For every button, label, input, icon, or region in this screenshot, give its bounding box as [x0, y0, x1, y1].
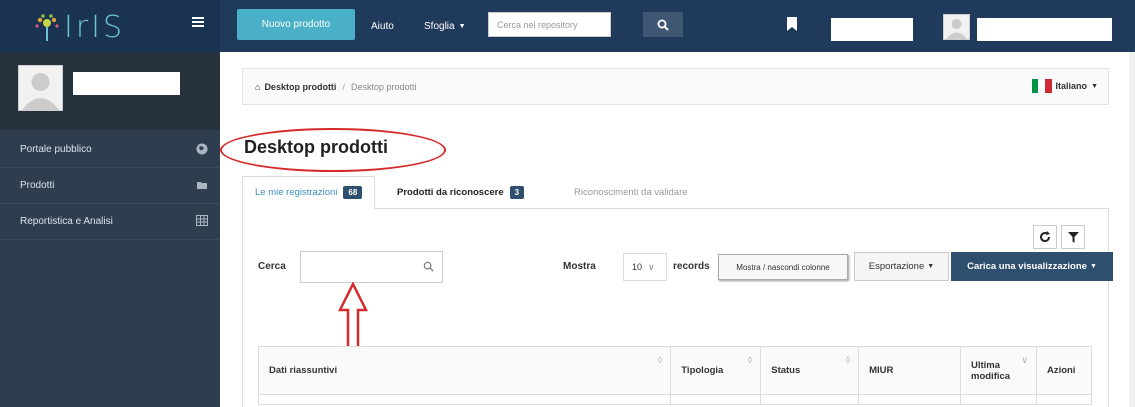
iris-logo[interactable]: IrIS [34, 10, 125, 45]
page-size-select[interactable]: 10 ∨ [623, 253, 667, 281]
search-label: Cerca [258, 261, 286, 272]
caret-down-icon: ▼ [927, 263, 935, 270]
export-label: Esportazione [868, 261, 925, 272]
brand-area: IrIS [0, 0, 220, 52]
col-summary-data[interactable]: Dati riassuntivi ◊ [257, 346, 672, 395]
sidebar-item-label: Prodotti [20, 180, 55, 191]
chevron-down-icon: ∨ [648, 261, 655, 272]
redacted-field [831, 18, 913, 41]
refresh-icon [1040, 231, 1051, 243]
page-title: Desktop prodotti [244, 137, 388, 157]
search-icon [423, 261, 434, 272]
products-table: Dati riassuntivi ◊ Tipologia ◊ Status ◊ MIU… [257, 346, 1093, 405]
breadcrumb-home-link[interactable]: Desktop prodotti [264, 82, 336, 92]
sidebar: Portale pubblico Prodotti Reportistica e… [0, 52, 220, 407]
sort-icon: ◊ [747, 355, 753, 365]
tab-label: Riconoscimenti da validare [574, 187, 688, 198]
sort-icon: ◊ [657, 355, 663, 365]
breadcrumb-separator: / [342, 81, 345, 92]
toggle-columns-button[interactable]: Mostra / nascondi colonne [718, 254, 848, 280]
user-name-field[interactable] [977, 18, 1112, 41]
refresh-button[interactable] [1033, 225, 1057, 249]
help-link[interactable]: Aiuto [371, 0, 394, 52]
vertical-scrollbar[interactable] [1129, 52, 1135, 407]
tab-bar: Le mie registrazioni 68 Prodotti da rico… [242, 176, 1109, 209]
col-miur[interactable]: MIUR [858, 346, 961, 395]
top-navbar: IrIS Nuovo prodotto Aiuto Sfoglia ▼ Cerc… [0, 0, 1135, 52]
sidebar-user-panel [0, 52, 220, 130]
new-product-button[interactable]: Nuovo prodotto [237, 9, 355, 40]
tab-panel: Cerca Mostra 10 ∨ records Mostra / nasco… [242, 209, 1113, 407]
flower-logo-icon [35, 13, 59, 41]
sidebar-avatar [18, 65, 63, 111]
load-view-label: Carica una visualizzazione [967, 261, 1087, 272]
column-header-label: Azioni [1046, 365, 1076, 376]
count-badge: 3 [509, 186, 525, 199]
globe-icon [196, 143, 208, 155]
sidebar-item-label: Reportistica e Analisi [20, 216, 113, 227]
folder-icon [197, 182, 207, 189]
home-icon: ⌂ [255, 81, 261, 92]
italy-flag-icon [1031, 79, 1052, 93]
sort-icon: ◊ [845, 355, 851, 365]
language-selector[interactable]: Italiano ▼ [1031, 79, 1098, 93]
breadcrumb-current: Desktop prodotti [350, 81, 417, 92]
column-header-label: Status [771, 365, 801, 376]
col-type[interactable]: Tipologia ◊ [670, 346, 762, 395]
tab-label: Le mie registrazioni [255, 187, 338, 198]
sidebar-item-label: Portale pubblico [20, 144, 92, 155]
repository-search-input[interactable]: Cerca nel repository [488, 12, 611, 37]
column-header-label: Dati riassuntivi [269, 365, 338, 376]
user-avatar[interactable] [943, 14, 970, 40]
user-icon [946, 19, 967, 39]
language-label: Italiano [1055, 81, 1088, 91]
tab-my-registrations[interactable]: Le mie registrazioni 68 [242, 176, 376, 209]
table-icon [196, 215, 208, 226]
show-label: Mostra [563, 261, 596, 272]
page-size-value: 10 [632, 262, 643, 272]
records-label: records [673, 261, 710, 272]
search-button[interactable] [643, 12, 683, 37]
tab-label: Prodotti da riconoscere [397, 187, 504, 198]
caret-down-icon: ▼ [458, 22, 466, 30]
bookmark-icon[interactable] [787, 17, 797, 31]
column-header-label: Ultima modifica [971, 359, 1011, 382]
col-last-modified[interactable]: Ultima modifica ∨ [960, 346, 1037, 395]
browse-label: Sfoglia [424, 20, 455, 32]
sidebar-item-public-portal[interactable]: Portale pubblico [0, 132, 220, 168]
search-icon [657, 19, 669, 31]
filter-button[interactable] [1061, 225, 1085, 249]
breadcrumb: ⌂ Desktop prodotti / Desktop prodotti It… [242, 68, 1109, 105]
sidebar-user-name [73, 72, 180, 95]
load-view-button[interactable]: Carica una visualizzazione ▼ [951, 252, 1113, 281]
sidebar-item-products[interactable]: Prodotti [0, 168, 220, 204]
table-search-input[interactable] [300, 251, 443, 283]
column-header-label: Tipologia [681, 365, 724, 376]
filter-icon [1067, 231, 1079, 243]
caret-down-icon: ▼ [1089, 263, 1097, 270]
main-content: ⌂ Desktop prodotti / Desktop prodotti It… [220, 52, 1135, 407]
table-header-row: Dati riassuntivi ◊ Tipologia ◊ Status ◊ MIU… [257, 346, 1093, 395]
chevron-down-icon: ∨ [1021, 355, 1028, 365]
caret-down-icon: ▼ [1091, 82, 1098, 90]
sidebar-item-reporting[interactable]: Reportistica e Analisi [0, 204, 220, 240]
table-row [257, 394, 1093, 405]
column-header-label: MIUR [869, 365, 894, 376]
logo-text: IrIS [64, 10, 126, 45]
col-status[interactable]: Status ◊ [760, 346, 860, 395]
count-badge: 68 [343, 186, 363, 199]
menu-toggle-icon[interactable] [192, 17, 204, 29]
browse-menu[interactable]: Sfoglia ▼ [424, 0, 466, 52]
user-icon [22, 73, 59, 110]
col-actions: Azioni [1035, 346, 1093, 395]
tab-products-to-recognize[interactable]: Prodotti da riconoscere 3 [385, 176, 536, 209]
export-button[interactable]: Esportazione ▼ [854, 252, 949, 281]
tab-recognitions-to-validate[interactable]: Riconoscimenti da validare [562, 176, 700, 209]
